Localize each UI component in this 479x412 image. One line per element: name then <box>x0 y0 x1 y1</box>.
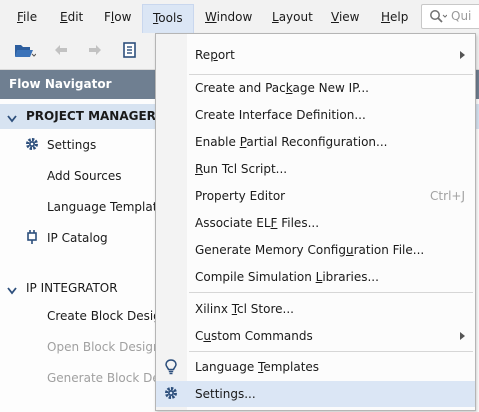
menu-item-property-editor[interactable]: Property Editor Ctrl+J <box>156 183 475 209</box>
menu-item-label: Language Templates <box>195 360 320 374</box>
lightbulb-icon <box>164 359 178 378</box>
undo-icon[interactable] <box>52 42 70 61</box>
quick-access-search[interactable]: Qui <box>421 4 479 29</box>
menu-item-report[interactable]: Report <box>156 42 475 68</box>
menu-separator <box>189 351 473 352</box>
document-icon[interactable] <box>122 42 138 63</box>
menu-item-label: Enable Partial Reconfiguration... <box>195 135 388 149</box>
menu-item-enable-partial-reconfiguration[interactable]: Enable Partial Reconfiguration... <box>156 129 475 155</box>
menu-item-label: Custom Commands <box>195 329 313 343</box>
menu-item-label: Create Interface Definition... <box>195 108 366 122</box>
gear-icon <box>25 137 39 154</box>
menu-item-language-templates[interactable]: Language Templates <box>156 354 475 380</box>
menu-item-label: Generate Memory Configuration File... <box>195 243 425 257</box>
menu-item-label: Associate ELF Files... <box>195 216 320 230</box>
menu-item-create-package-ip[interactable]: Create and Package New IP... <box>156 75 475 101</box>
submenu-arrow-icon <box>460 51 465 59</box>
menu-flow[interactable]: Flow <box>104 8 131 27</box>
nav-ip-catalog[interactable]: IP Catalog <box>47 231 108 245</box>
menu-item-xilinx-tcl-store[interactable]: Xilinx Tcl Store... <box>156 296 475 322</box>
menu-bar: File Edit Flow Tools Window Layout View … <box>0 0 479 33</box>
menu-item-custom-commands[interactable]: Custom Commands <box>156 323 475 349</box>
redo-icon[interactable] <box>86 42 104 61</box>
menu-item-generate-memory-config[interactable]: Generate Memory Configuration File... <box>156 237 475 263</box>
menu-item-shortcut: Ctrl+J <box>430 189 465 203</box>
tools-menu: Report Create and Package New IP... Crea… <box>155 33 476 411</box>
chevron-down-icon[interactable] <box>7 284 17 298</box>
gear-icon <box>164 386 178 403</box>
menu-item-label: Create and Package New IP... <box>195 81 369 95</box>
menu-item-create-interface-definition[interactable]: Create Interface Definition... <box>156 102 475 128</box>
chevron-down-icon[interactable] <box>7 112 17 126</box>
nav-open-block-design: Open Block Design <box>47 340 161 354</box>
open-project-icon[interactable] <box>14 42 37 63</box>
menu-item-label: Property Editor <box>195 189 286 203</box>
menu-item-compile-sim-libraries[interactable]: Compile Simulation Libraries... <box>156 264 475 290</box>
nav-language-templates[interactable]: Language Template <box>47 200 165 214</box>
nav-settings[interactable]: Settings <box>47 138 96 152</box>
menu-item-label: Settings... <box>195 387 256 401</box>
menu-view[interactable]: View <box>331 8 359 27</box>
menu-item-label: Run Tcl Script... <box>195 162 288 176</box>
menu-item-associate-elf[interactable]: Associate ELF Files... <box>156 210 475 236</box>
nav-generate-block-design: Generate Block Des <box>47 371 167 385</box>
nav-create-block-design[interactable]: Create Block Desig <box>47 309 161 323</box>
menu-item-label: Xilinx Tcl Store... <box>195 302 294 316</box>
submenu-arrow-icon <box>460 332 465 340</box>
flow-navigator-title: Flow Navigator <box>9 77 112 91</box>
menu-edit[interactable]: Edit <box>60 8 83 27</box>
nav-add-sources[interactable]: Add Sources <box>47 169 122 183</box>
menu-layout[interactable]: Layout <box>272 8 313 27</box>
ip-integrator-label: IP INTEGRATOR <box>26 281 118 295</box>
menu-separator <box>189 292 473 293</box>
menu-item-settings[interactable]: Settings... <box>156 381 475 407</box>
menu-item-label: Compile Simulation Libraries... <box>195 270 379 284</box>
search-placeholder: Qui <box>451 9 472 23</box>
search-icon <box>429 9 448 28</box>
menu-window[interactable]: Window <box>205 8 252 27</box>
menu-item-label: Report <box>195 48 235 62</box>
menu-file[interactable]: File <box>17 8 37 27</box>
menu-tools[interactable]: Tools <box>142 4 194 33</box>
project-manager-label: PROJECT MANAGER <box>26 109 156 123</box>
plug-icon <box>25 230 39 247</box>
menu-item-run-tcl-script[interactable]: Run Tcl Script... <box>156 156 475 182</box>
menu-help[interactable]: Help <box>381 8 408 27</box>
